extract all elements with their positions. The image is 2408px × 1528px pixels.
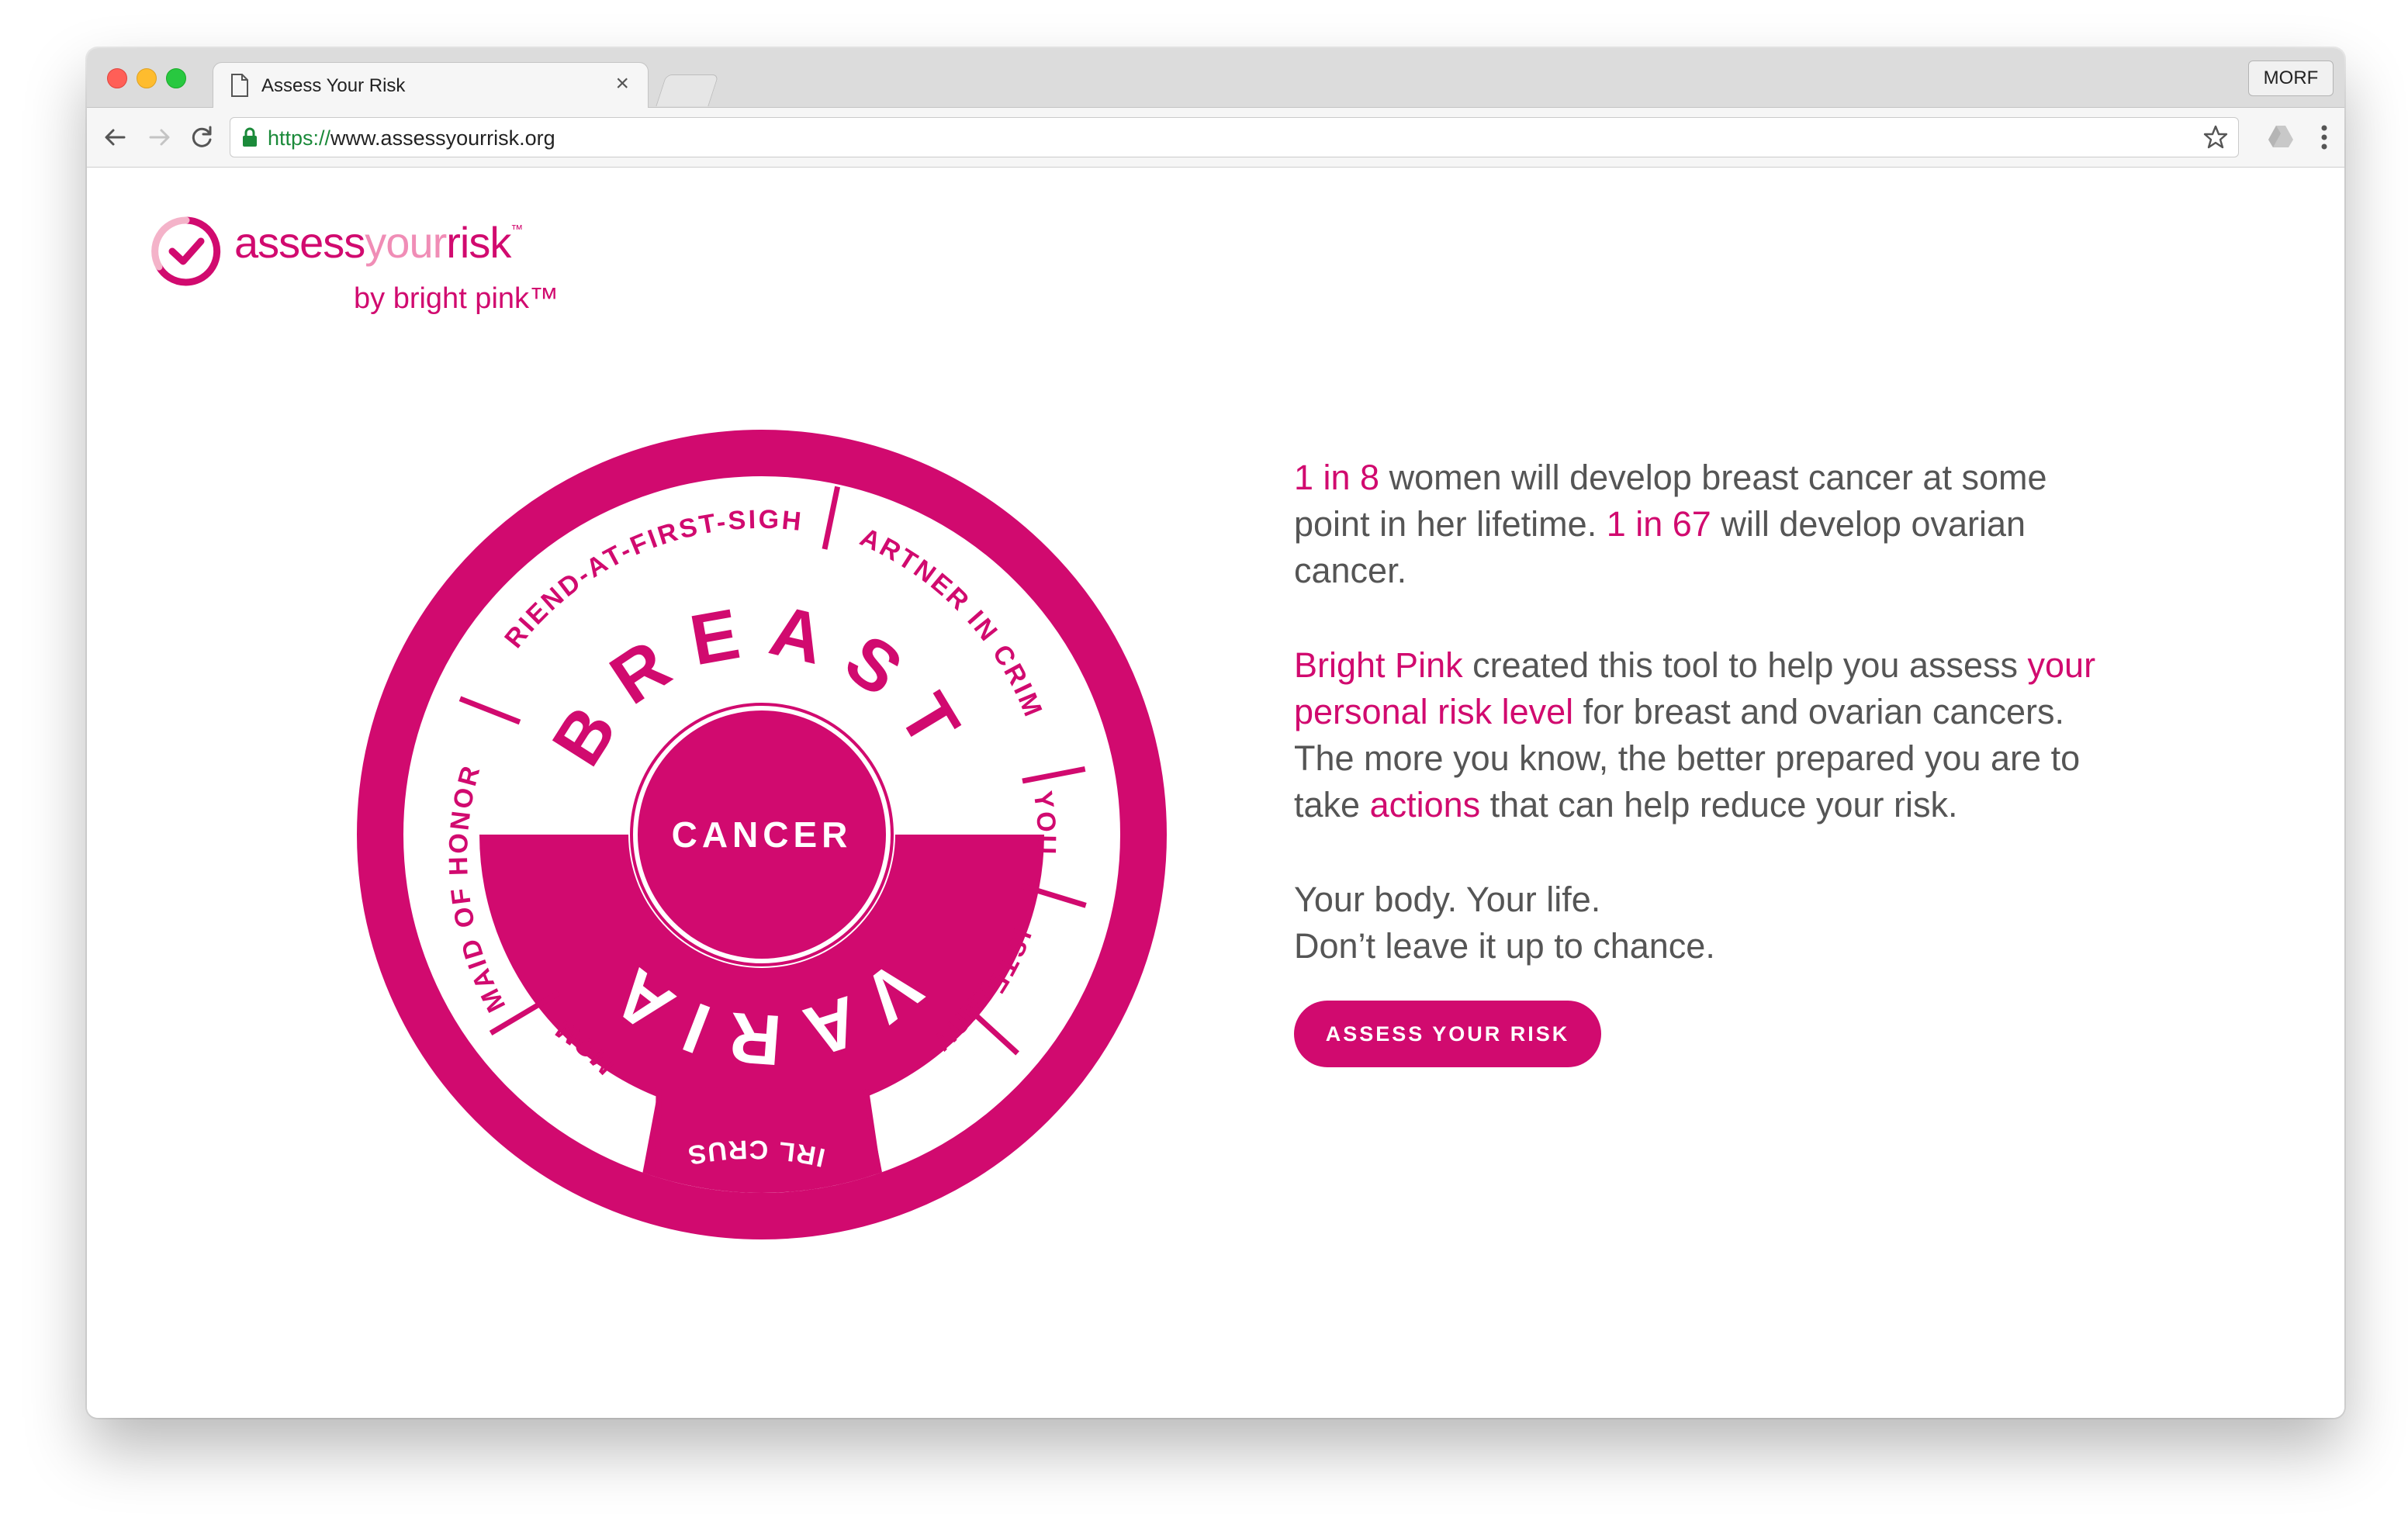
- minimize-window-button[interactable]: [137, 68, 157, 88]
- tagline-line-1: Your body. Your life.: [1294, 880, 1601, 919]
- browser-toolbar: https://www.assessyourrisk.org: [87, 108, 2344, 168]
- document-icon: [231, 74, 248, 97]
- url-text: https://www.assessyourrisk.org: [268, 126, 555, 150]
- reload-icon[interactable]: [188, 123, 216, 151]
- center-label: CANCER: [672, 814, 853, 855]
- tab-bar: Assess Your Risk × MORF: [87, 48, 2344, 108]
- tagline-line-2: Don’t leave it up to chance.: [1294, 926, 1715, 966]
- relationship-wheel[interactable]: CANCER BREAST OVARIAN FRIEND-AT-FIRST-SI…: [351, 423, 1173, 1246]
- star-icon[interactable]: [2202, 124, 2229, 150]
- lock-icon: [243, 127, 257, 147]
- logo-wordmark: assessyourrisk™: [234, 217, 523, 268]
- site-logo[interactable]: assessyourrisk™ by bright pink™: [149, 206, 583, 346]
- logo-word-assess: assess: [234, 218, 365, 267]
- url-scheme: https://: [268, 126, 331, 150]
- profile-button[interactable]: MORF: [2248, 60, 2334, 96]
- segment-divider: [654, 1087, 662, 1177]
- tagline: Your body. Your life. Don’t leave it up t…: [1294, 876, 2132, 970]
- assess-your-risk-button[interactable]: ASSESS YOUR RISK: [1294, 1001, 1601, 1067]
- maximize-window-button[interactable]: [166, 68, 186, 88]
- back-arrow-icon[interactable]: [101, 123, 129, 151]
- intro-copy: 1 in 8 women will develop breast cancer …: [1294, 455, 2132, 1067]
- actions-mention: actions: [1369, 785, 1481, 824]
- tab-title: Assess Your Risk: [261, 75, 406, 96]
- check-circle-icon: [151, 216, 221, 286]
- new-tab-button[interactable]: [656, 74, 719, 106]
- bright-pink-mention: Bright Pink: [1294, 645, 1463, 685]
- stat-ovarian: 1 in 67: [1606, 504, 1711, 544]
- logo-byline: by bright pink™: [354, 282, 559, 315]
- logo-word-your: your: [365, 218, 447, 267]
- drive-icon[interactable]: [2267, 123, 2295, 150]
- address-bar[interactable]: https://www.assessyourrisk.org: [230, 117, 2239, 157]
- tool-text-3: that can help reduce your risk.: [1480, 785, 1958, 824]
- segment-you-label[interactable]: YOU: [1028, 789, 1061, 856]
- stats-paragraph: 1 in 8 women will develop breast cancer …: [1294, 455, 2132, 594]
- tool-paragraph: Bright Pink created this tool to help yo…: [1294, 642, 2132, 828]
- logo-word-risk: risk: [446, 218, 511, 267]
- page-content: assessyourrisk™ by bright pink™ CANCER B…: [87, 168, 2344, 1418]
- browser-window: Assess Your Risk × MORF https://www.asse…: [87, 48, 2344, 1418]
- menu-icon[interactable]: [2320, 123, 2329, 151]
- tool-text-1: created this tool to help you assess: [1462, 645, 2028, 685]
- forward-arrow-icon[interactable]: [146, 123, 174, 151]
- url-host: www.assessyourrisk.org: [330, 126, 555, 150]
- close-icon[interactable]: ×: [615, 72, 629, 95]
- tab-assess-your-risk[interactable]: Assess Your Risk ×: [213, 62, 649, 108]
- close-window-button[interactable]: [107, 68, 127, 88]
- logo-trademark: ™: [510, 223, 523, 237]
- stat-breast: 1 in 8: [1294, 458, 1380, 497]
